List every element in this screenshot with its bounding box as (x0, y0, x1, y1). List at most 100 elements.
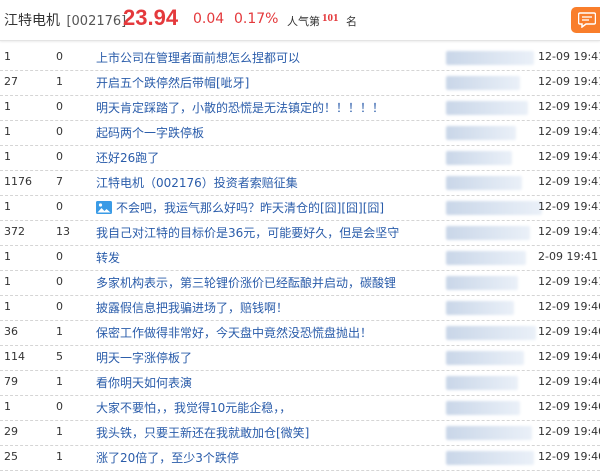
post-time: 12-09 19:41 (538, 200, 600, 213)
post-title-link[interactable]: 看你明天如何表演 (96, 374, 192, 391)
author-name-blurred[interactable] (446, 326, 536, 340)
post-title-text: 起码两个一字跌停板 (96, 126, 205, 140)
author-name-blurred[interactable] (446, 151, 512, 165)
post-row[interactable]: 1 0 多家机构表示，第三轮锂价涨价已经酝酿并启动，碳酸锂 12-09 19:41 (0, 270, 600, 296)
popularity-rank: 101 (322, 12, 339, 24)
post-time: 12-09 19:40 (538, 400, 600, 413)
post-time: 12-09 19:41 (538, 150, 600, 163)
author-name-blurred[interactable] (446, 376, 518, 390)
post-row[interactable]: 1176 7 江特电机（002176）投资者索赔征集 12-09 19:41 (0, 170, 600, 196)
reply-count: 7 (56, 175, 63, 188)
read-count: 1 (4, 50, 11, 63)
post-row[interactable]: 1 0 明天肯定踩踏了，小散的恐慌是无法镇定的！！！！！ 12-09 19:41 (0, 95, 600, 121)
reply-count: 0 (56, 200, 63, 213)
popularity-rank-label: 人气第 (287, 15, 320, 28)
image-attachment-icon (96, 201, 112, 214)
post-row[interactable]: 79 1 看你明天如何表演 12-09 19:40 (0, 370, 600, 396)
post-time: 12-09 19:40 (538, 425, 600, 438)
post-title-text: 明天一字涨停板了 (96, 351, 193, 365)
post-title-link[interactable]: 涨了20倍了，至少3个跌停 (96, 449, 239, 466)
post-row[interactable]: 1 0 上市公司在管理者面前想怎么捏都可以 12-09 19:41 (0, 45, 600, 71)
post-title-link[interactable]: 披露假信息把我骗进场了，赔钱啊！ (96, 299, 288, 316)
reply-count: 1 (56, 375, 63, 388)
post-title-text: 多家机构表示，第三轮锂价涨价已经酝酿并启动，碳酸锂 (96, 276, 397, 290)
stock-code: [002176] (66, 14, 127, 29)
read-count: 1 (4, 400, 11, 413)
author-name-blurred[interactable] (446, 351, 524, 365)
author-name-blurred[interactable] (446, 51, 534, 65)
author-name-blurred[interactable] (446, 226, 530, 240)
post-row[interactable]: 1 0 起码两个一字跌停板 12-09 19:41 (0, 120, 600, 146)
post-title-link[interactable]: 明天一字涨停板了 (96, 349, 192, 366)
read-count: 1 (4, 200, 11, 213)
post-time: 2-09 19:41 (538, 250, 599, 263)
message-button[interactable] (571, 7, 600, 33)
post-title-text: 我自己对江特的目标价是36元，可能要好久，但是会坚守 (96, 226, 400, 240)
post-row[interactable]: 1 0 转发 2-09 19:41 (0, 245, 600, 271)
author-name-blurred[interactable] (446, 101, 528, 115)
reply-count: 0 (56, 125, 63, 138)
post-title-link[interactable]: 大家不要怕，，我觉得10元能企稳，， (96, 399, 291, 416)
author-name-blurred[interactable] (446, 126, 516, 140)
post-title-text: 江特电机（002176）投资者索赔征集 (96, 176, 298, 190)
post-title-text: 明天肯定踩踏了，小散的恐慌是无法镇定的！！！！！ (96, 101, 385, 115)
post-row[interactable]: 1 0 还好26跑了 12-09 19:41 (0, 145, 600, 171)
post-title-link[interactable]: 不会吧，我运气那么好吗？昨天清仓的[囧][囧][囧] (96, 199, 384, 216)
post-title-text: 还好26跑了 (96, 151, 160, 165)
read-count: 1 (4, 300, 11, 313)
reply-count: 5 (56, 350, 63, 363)
reply-count: 1 (56, 325, 63, 338)
chat-bubble-icon (578, 12, 596, 28)
reply-count: 0 (56, 50, 63, 63)
stock-title[interactable]: 江特电机 [002176] (4, 10, 126, 30)
author-name-blurred[interactable] (446, 426, 532, 440)
author-name-blurred[interactable] (446, 251, 526, 265)
post-row[interactable]: 25 1 涨了20倍了，至少3个跌停 12-09 19:40 (0, 445, 600, 471)
post-title-text: 看你明天如何表演 (96, 376, 193, 390)
post-title-link[interactable]: 开启五个跌停然后带帽[呲牙] (96, 74, 249, 91)
reply-count: 13 (56, 225, 70, 238)
post-title-link[interactable]: 起码两个一字跌停板 (96, 124, 204, 141)
post-row[interactable]: 1 0 披露假信息把我骗进场了，赔钱啊！ 12-09 19:40 (0, 295, 600, 321)
author-name-blurred[interactable] (446, 451, 534, 465)
post-row[interactable]: 372 13 我自己对江特的目标价是36元，可能要好久，但是会坚守 12-09 19:… (0, 220, 600, 246)
read-count: 1176 (4, 175, 32, 188)
post-title-link[interactable]: 江特电机（002176）投资者索赔征集 (96, 174, 298, 191)
post-title-link[interactable]: 还好26跑了 (96, 149, 159, 166)
post-time: 12-09 19:41 (538, 125, 600, 138)
read-count: 29 (4, 425, 18, 438)
read-count: 1 (4, 250, 11, 263)
post-title-link[interactable]: 多家机构表示，第三轮锂价涨价已经酝酿并启动，碳酸锂 (96, 274, 396, 291)
read-count: 1 (4, 275, 11, 288)
post-title-link[interactable]: 明天肯定踩踏了，小散的恐慌是无法镇定的！！！！！ (96, 99, 384, 116)
reply-count: 0 (56, 250, 63, 263)
post-time: 12-09 19:41 (538, 100, 600, 113)
post-row[interactable]: 1 0 不会吧，我运气那么好吗？昨天清仓的[囧][囧][囧] 12-09 19:41 (0, 195, 600, 221)
post-row[interactable]: 114 5 明天一字涨停板了 12-09 19:40 (0, 345, 600, 371)
post-title-text: 转发 (96, 251, 121, 265)
post-time: 12-09 19:40 (538, 325, 600, 338)
post-row[interactable]: 1 0 大家不要怕，，我觉得10元能企稳，， 12-09 19:40 (0, 395, 600, 421)
author-name-blurred[interactable] (446, 176, 522, 190)
post-time: 12-09 19:41 (538, 75, 600, 88)
post-title-link[interactable]: 保密工作做得非常好，今天盘中竟然没恐慌盘抛出！ (96, 324, 372, 341)
reply-count: 0 (56, 150, 63, 163)
author-name-blurred[interactable] (446, 76, 520, 90)
reply-count: 0 (56, 300, 63, 313)
post-row[interactable]: 36 1 保密工作做得非常好，今天盘中竟然没恐慌盘抛出！ 12-09 19:40 (0, 320, 600, 346)
post-title-link[interactable]: 上市公司在管理者面前想怎么捏都可以 (96, 49, 300, 66)
author-name-blurred[interactable] (446, 201, 542, 215)
post-title-link[interactable]: 我头铁，只要王新还在我就敢加仓[微笑] (96, 424, 309, 441)
post-title-text: 开启五个跌停然后带帽[呲牙] (96, 76, 250, 90)
post-title-link[interactable]: 我自己对江特的目标价是36元，可能要好久，但是会坚守 (96, 224, 399, 241)
post-time: 12-09 19:41 (538, 275, 600, 288)
post-title-link[interactable]: 转发 (96, 249, 120, 266)
author-name-blurred[interactable] (446, 401, 520, 415)
read-count: 79 (4, 375, 18, 388)
reply-count: 1 (56, 75, 63, 88)
post-row[interactable]: 27 1 开启五个跌停然后带帽[呲牙] 12-09 19:41 (0, 70, 600, 96)
reply-count: 1 (56, 450, 63, 463)
author-name-blurred[interactable] (446, 276, 518, 290)
post-row[interactable]: 29 1 我头铁，只要王新还在我就敢加仓[微笑] 12-09 19:40 (0, 420, 600, 446)
author-name-blurred[interactable] (446, 301, 514, 315)
